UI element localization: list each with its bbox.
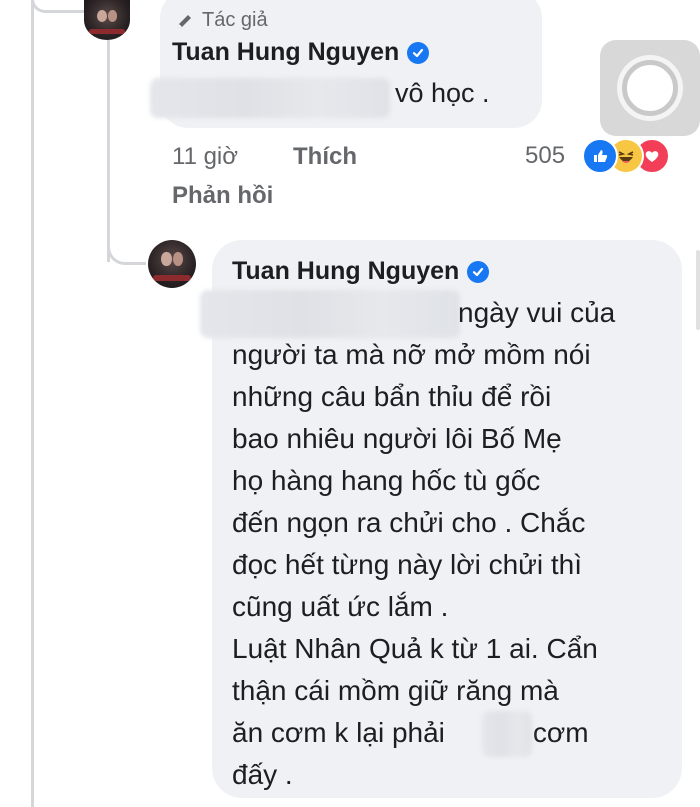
like-button[interactable]: Thích bbox=[293, 143, 357, 171]
comment-timestamp[interactable]: 11 giờ bbox=[172, 143, 238, 171]
reply-line: người ta mà nỡ mở mồm nói bbox=[232, 339, 591, 370]
reaction-count[interactable]: 505 bbox=[525, 142, 565, 170]
reply-line: bao nhiêu người lôi Bố Mẹ bbox=[232, 423, 562, 454]
reply-line: họ hàng hang hốc tù gốc bbox=[232, 465, 541, 496]
verified-icon bbox=[407, 41, 430, 64]
reply-line: Luật Nhân Quả k từ 1 ai. Cẩn bbox=[232, 633, 598, 664]
reply-line: ngày vui của bbox=[458, 297, 616, 328]
verified-icon bbox=[467, 260, 490, 283]
reactions-summary[interactable] bbox=[582, 138, 686, 174]
reply-thread-connector bbox=[107, 222, 146, 265]
comment-text: vô học . bbox=[395, 78, 490, 108]
scrollbar[interactable] bbox=[696, 250, 700, 330]
reply-line: đọc hết từng này lời chửi thì bbox=[232, 549, 583, 580]
reply-line: đấy . bbox=[232, 759, 293, 790]
floating-assistive-button[interactable] bbox=[600, 40, 700, 136]
blurred-redaction bbox=[482, 711, 532, 757]
comment-author-name[interactable]: Tuan Hung Nguyen bbox=[172, 38, 430, 67]
reply-line: thận cái mồm giữ răng mà bbox=[232, 675, 559, 706]
author-badge-label: Tác giả bbox=[202, 9, 268, 31]
thread-line bbox=[31, 0, 34, 807]
avatar[interactable] bbox=[84, 0, 130, 40]
author-badge: Tác giả bbox=[175, 9, 268, 32]
reply-avatar[interactable] bbox=[148, 240, 196, 288]
reply-line: đến ngọn ra chửi cho . Chắc bbox=[232, 507, 586, 538]
thread-connector bbox=[31, 0, 84, 13]
like-icon bbox=[582, 138, 618, 174]
reply-line: những câu bẩn thỉu để rồi bbox=[232, 381, 552, 412]
blurred-redaction bbox=[150, 78, 390, 118]
reply-line: ăn cơm k lại phải cơm bbox=[232, 717, 589, 748]
reply-text: ngày vui của người ta mà nỡ mở mồm nói n… bbox=[232, 292, 672, 796]
reply-author-name[interactable]: Tuan Hung Nguyen bbox=[232, 257, 490, 286]
reply-line: cũng uất ức lắm . bbox=[232, 591, 449, 622]
pen-icon bbox=[178, 14, 191, 28]
reply-button[interactable]: Phản hồi bbox=[172, 182, 273, 210]
